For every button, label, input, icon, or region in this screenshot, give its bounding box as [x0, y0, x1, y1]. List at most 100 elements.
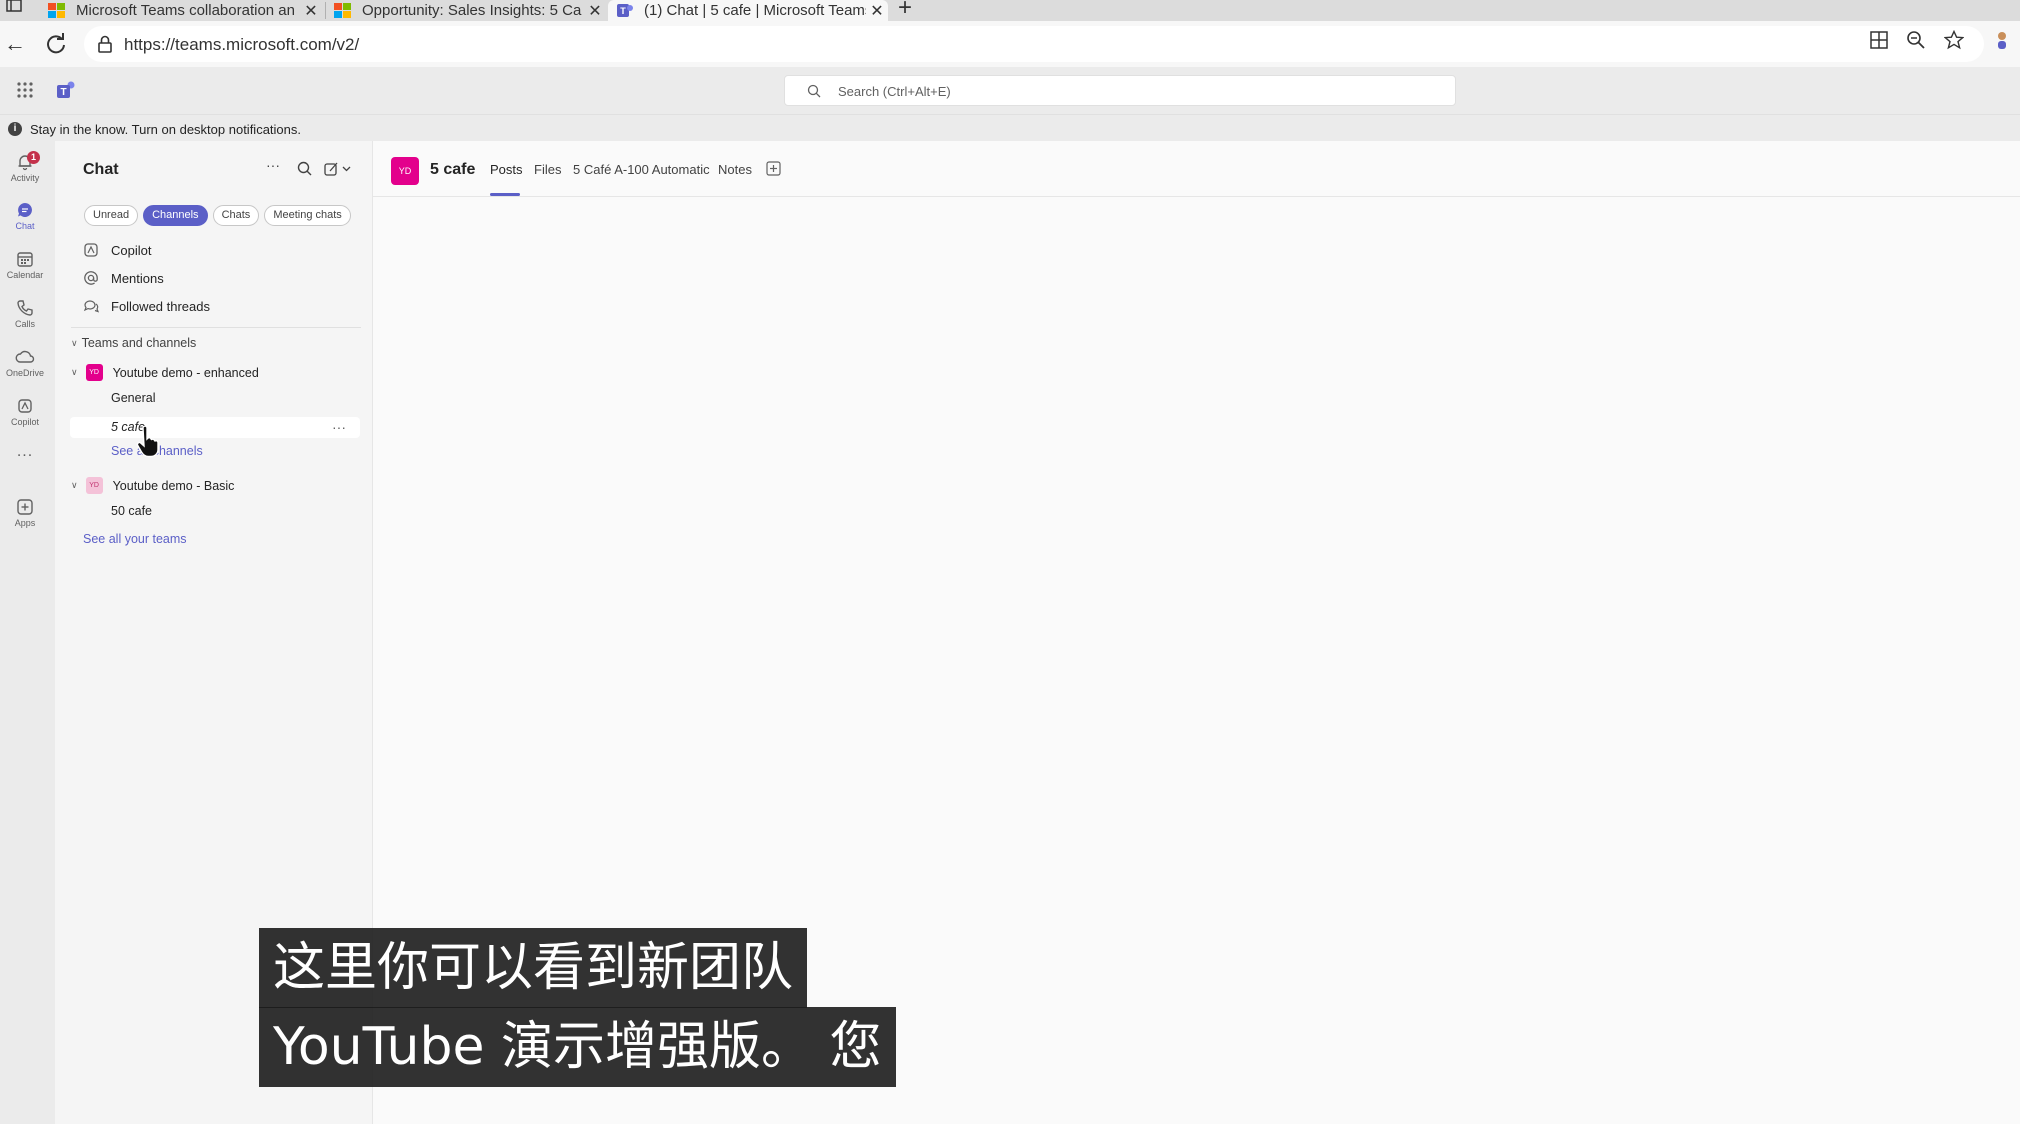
rail-item-activity[interactable]: 1 Activity — [0, 151, 50, 183]
tab-files[interactable]: Files — [534, 162, 561, 177]
channel-item-general[interactable]: General — [111, 391, 155, 405]
rail-label: Apps — [14, 518, 36, 528]
pane-title: Chat — [83, 161, 119, 178]
browser-tab-3[interactable]: T (1) Chat | 5 cafe | Microsoft Teams ✕ — [608, 0, 888, 21]
rail-item-more[interactable]: ... — [0, 443, 50, 461]
mention-icon — [84, 271, 98, 285]
cloud-icon — [15, 350, 35, 363]
activity-badge: 1 — [27, 151, 40, 164]
browser-tab-title: Opportunity: Sales Insights: 5 Ca — [362, 2, 582, 19]
address-bar[interactable]: https://teams.microsoft.com/v2/ — [84, 26, 1984, 62]
teams-logo-icon: T — [617, 3, 633, 17]
filter-chats[interactable]: Chats — [212, 205, 260, 226]
tab-notes[interactable]: Notes — [718, 162, 752, 177]
notification-banner: i Stay in the know. Turn on desktop noti… — [0, 114, 2020, 141]
new-chat-icon[interactable] — [323, 160, 353, 178]
back-arrow-icon[interactable]: ← — [2, 31, 28, 57]
section-label: Teams and channels — [81, 336, 197, 350]
teams-search-input[interactable]: Search (Ctrl+Alt+E) — [784, 75, 1456, 106]
subtitle-line-2: YouTube 演示增强版。 您 — [259, 1007, 896, 1087]
lock-icon[interactable] — [97, 35, 113, 53]
url-text[interactable]: https://teams.microsoft.com/v2/ — [124, 35, 359, 55]
browser-tab-title: (1) Chat | 5 cafe | Microsoft Teams — [644, 2, 866, 19]
subtitle-line-1: 这里你可以看到新团队 — [259, 928, 808, 1008]
rail-item-apps[interactable]: Apps — [0, 498, 50, 528]
new-tab-icon[interactable]: + — [898, 0, 912, 22]
filter-unread[interactable]: Unread — [84, 205, 139, 226]
chat-filter-pills: Unread Channels Chats Meeting chats — [84, 205, 351, 226]
filter-meeting-chats[interactable]: Meeting chats — [264, 205, 351, 226]
chevron-down-icon: ∨ — [71, 367, 78, 377]
apps-icon — [17, 499, 33, 515]
search-placeholder: Search (Ctrl+Alt+E) — [838, 84, 951, 99]
rail-item-chat[interactable]: Chat — [0, 201, 50, 231]
calendar-icon — [17, 252, 33, 267]
rail-item-calls[interactable]: Calls — [0, 299, 50, 329]
search-icon[interactable] — [296, 160, 314, 178]
svg-text:T: T — [620, 6, 626, 16]
nav-item-copilot[interactable]: Copilot — [83, 240, 151, 260]
teams-logo-icon[interactable]: T — [55, 79, 77, 101]
nav-item-followed-threads[interactable]: Followed threads — [83, 296, 210, 316]
browser-address-row: ← https://teams.microsoft.com/v2/ — [0, 21, 2020, 67]
tab-5-cafe-automatic[interactable]: 5 Café A-100 Automatic — [573, 162, 710, 177]
profile-icon[interactable] — [1995, 30, 2009, 50]
favorite-star-icon[interactable] — [1944, 30, 1964, 50]
rail-label: Calls — [14, 319, 35, 329]
rail-item-onedrive[interactable]: OneDrive — [0, 348, 50, 378]
filter-channels[interactable]: Channels — [143, 205, 208, 226]
teams-top-bar: T Search (Ctrl+Alt+E) — [0, 67, 2020, 114]
teams-and-channels-header[interactable]: ∨ Teams and channels — [71, 336, 196, 350]
team-avatar: YD — [85, 477, 103, 494]
team-name: Youtube demo - Basic — [112, 478, 235, 493]
chat-icon — [18, 203, 32, 217]
browser-tab-1[interactable]: Microsoft Teams collaboration an ✕ — [40, 0, 322, 21]
copilot-icon — [84, 243, 98, 257]
search-icon — [807, 84, 821, 98]
close-tab-icon[interactable]: ✕ — [300, 1, 322, 21]
info-icon: i — [8, 122, 22, 136]
rail-label: Chat — [15, 221, 35, 231]
tab-posts[interactable]: Posts — [490, 162, 523, 177]
microsoft-logo-icon — [48, 2, 65, 18]
banner-text[interactable]: Stay in the know. Turn on desktop notifi… — [30, 122, 301, 137]
app-available-icon[interactable] — [1869, 30, 1889, 50]
chevron-down-icon: ∨ — [71, 480, 78, 490]
channel-header: YD 5 cafe Posts Files 5 Café A-100 Autom… — [373, 141, 2020, 197]
add-tab-icon[interactable] — [766, 161, 781, 176]
active-tab-indicator — [490, 193, 520, 196]
channel-item-5-cafe[interactable]: 5 cafe ··· — [70, 417, 360, 438]
browser-tab-title: Microsoft Teams collaboration an — [76, 2, 295, 19]
rail-item-copilot[interactable]: Copilot — [0, 397, 50, 427]
app-launcher-icon[interactable] — [16, 81, 34, 99]
rail-label: Activity — [10, 173, 40, 183]
zoom-icon[interactable] — [1906, 30, 1926, 50]
channel-item-50-cafe[interactable]: 50 cafe — [111, 504, 152, 518]
nav-item-mentions[interactable]: Mentions — [83, 268, 164, 288]
more-icon: ... — [16, 443, 34, 460]
rail-item-calendar[interactable]: Calendar — [0, 250, 50, 280]
browser-tab-strip: Microsoft Teams collaboration an ✕ Oppor… — [0, 0, 2020, 21]
more-options-icon[interactable]: ··· — [266, 157, 284, 175]
pane-divider — [71, 327, 361, 328]
close-tab-icon[interactable]: ✕ — [866, 1, 888, 21]
app-rail: 1 Activity Chat Calendar Calls OneDrive … — [0, 141, 55, 1124]
channel-name: 5 cafe — [430, 161, 476, 178]
dynamics-logo-icon — [334, 2, 351, 18]
tab-actions-icon[interactable] — [6, 0, 22, 12]
see-all-teams-link[interactable]: See all your teams — [83, 532, 187, 546]
rail-label: Calendar — [6, 270, 44, 280]
copilot-icon — [18, 399, 32, 413]
refresh-icon[interactable] — [43, 31, 69, 57]
more-options-icon[interactable]: ··· — [332, 417, 346, 438]
hand-cursor-icon — [136, 426, 159, 458]
close-tab-icon[interactable]: ✕ — [584, 1, 606, 21]
browser-tab-2[interactable]: Opportunity: Sales Insights: 5 Ca ✕ — [326, 0, 606, 21]
team-avatar: YD — [85, 364, 103, 381]
phone-icon — [17, 300, 33, 316]
team-row-enhanced[interactable]: ∨ YD Youtube demo - enhanced — [71, 364, 259, 381]
team-row-basic[interactable]: ∨ YD Youtube demo - Basic — [71, 477, 234, 494]
channel-avatar: YD — [391, 157, 419, 185]
team-name: Youtube demo - enhanced — [112, 365, 259, 380]
chevron-down-icon: ∨ — [71, 337, 78, 348]
